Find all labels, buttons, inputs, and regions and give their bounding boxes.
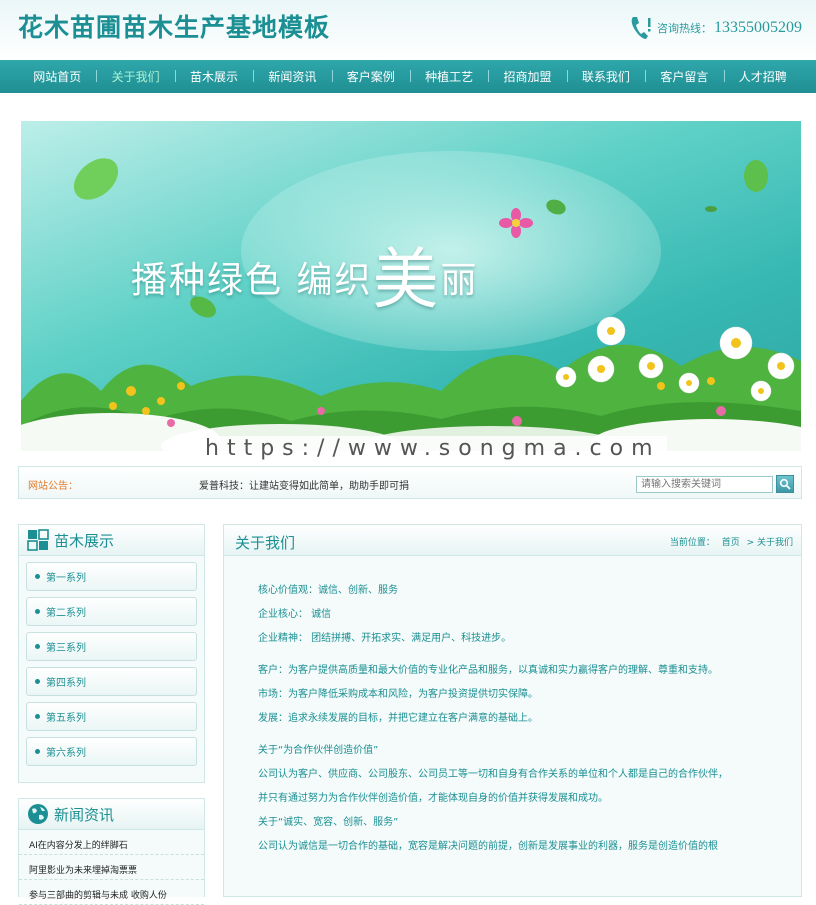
notice-marquee[interactable]: 爱普科技：让建站变得如此简单，助助手即可捐 [199,477,409,492]
category-label: 第一系列 [46,573,86,584]
breadcrumb-current[interactable]: > 关于我们 [747,538,793,548]
bullet-icon [35,714,40,719]
content-line: 关于“诚实、宽容、创新、服务” [258,817,399,828]
slogan-part-c: 丽 [440,260,479,301]
content-gap [258,736,801,744]
site-title[interactable]: 花木苗圃苗木生产基地模板 [18,8,330,44]
news-panel: 新闻资讯 AI在内容分发上的绊脚石 阿里影业为未来埋掉淘票票 参与三部曲的剪辑与… [18,798,205,905]
content-line: 公司认为诚信是一切合作的基础，宽容是解决问题的前提，创新是发展事业的利器，服务是… [258,841,718,852]
content-line: 企业核心： 诚信 [258,609,332,620]
bullet-icon [35,644,40,649]
banner-slogan: 播种绿色 编织美丽 [131,216,479,318]
category-item[interactable]: 第五系列 [26,702,197,731]
search-icon [779,478,791,490]
nav-item-planting[interactable]: 种植工艺 [409,68,488,85]
page-title: 关于我们 [235,534,296,552]
hero-banner[interactable]: 播种绿色 编织美丽 [21,121,801,451]
content-line: 市场：为客户降低采购成本和风险，为客户投资提供切实保障。 [258,689,538,700]
bullet-icon [35,609,40,614]
category-label: 第六系列 [46,748,86,759]
slogan-part-b: 编织 [296,260,373,301]
bullet-icon [35,749,40,754]
products-panel-header: 苗木展示 [19,525,204,556]
about-panel: 关于我们 当前位置： 首页 > 关于我们 核心价值观：诚信、创新、服务 企业核心… [223,524,802,897]
nav-item-franchise[interactable]: 招商加盟 [488,68,566,85]
news-panel-title: 新闻资讯 [54,805,115,824]
nav-item-contact[interactable]: 联系我们 [566,68,645,85]
site-header: 花木苗圃苗木生产基地模板 咨询热线： 13355005209 [0,0,816,60]
slogan-big: 美 [372,241,441,318]
content-line: 企业精神： 团结拼搏、开拓求实、满足用户、科技进步。 [258,633,512,644]
content-line: 发展：追求永续发展的目标，并把它建立在客户满意的基础上。 [258,713,538,724]
bullet-icon [35,679,40,684]
grid-icon [27,529,49,551]
nav-item-products[interactable]: 苗木展示 [174,68,253,85]
slogan-part-a: 播种绿色 [131,260,284,301]
news-item[interactable]: AI在内容分发上的绊脚石 [19,830,204,855]
globe-icon [28,804,48,824]
breadcrumb: 当前位置： 首页 > 关于我们 [666,535,793,548]
watermark: https://www.songma.com [199,436,667,461]
breadcrumb-home[interactable]: 首页 [722,538,740,548]
nav-item-about[interactable]: 关于我们 [96,68,174,85]
category-label: 第四系列 [46,678,86,689]
content-gap [258,656,801,664]
content-line: 并只有通过努力为合作伙伴创造价值，才能体现自身的价值并获得发展和成功。 [258,793,608,804]
main-nav: 网站首页 关于我们 苗木展示 新闻资讯 客户案例 种植工艺 招商加盟 联系我们 … [0,60,816,93]
news-panel-header: 新闻资讯 [19,799,204,830]
search-input[interactable] [636,476,773,493]
about-panel-header: 关于我们 当前位置： 首页 > 关于我们 [224,525,801,556]
content-line: 核心价值观：诚信、创新、服务 [258,585,398,596]
content-line: 公司认为客户、供应商、公司股东、公司员工等一切和自身有合作关系的单位和个人都是自… [258,769,728,780]
breadcrumb-label: 当前位置： [669,538,715,548]
notice-bar: 网站公告： 爱普科技：让建站变得如此简单，助助手即可捐 [18,466,802,499]
content-line: 客户：为客户提供高质量和最大价值的专业化产品和服务，以真诚和实力赢得客户的理解、… [258,665,718,676]
hotline-label: 咨询热线： [657,22,712,35]
nav-item-guestbook[interactable]: 客户留言 [645,68,723,85]
nav-item-jobs[interactable]: 人才招聘 [723,68,802,85]
content-line: 关于“为合作伙伴创造价值” [258,745,379,756]
search-button[interactable] [776,475,794,493]
category-label: 第五系列 [46,713,86,724]
category-label: 第二系列 [46,608,86,619]
flower-field [21,316,801,451]
phone-icon [631,17,651,39]
category-item[interactable]: 第六系列 [26,737,197,766]
category-item[interactable]: 第一系列 [26,562,197,591]
notice-label: 网站公告： [28,481,78,492]
nav-item-home[interactable]: 网站首页 [18,68,96,85]
news-item[interactable]: 参与三部曲的剪辑与未成 收购人份 [19,880,204,905]
products-panel: 苗木展示 第一系列 第二系列 第三系列 第四系列 第五系列 第六系列 [18,524,205,783]
hotline-number: 13355005209 [714,19,802,36]
category-item[interactable]: 第二系列 [26,597,197,626]
pink-flower-icon [499,208,533,238]
nav-item-cases[interactable]: 客户案例 [331,68,410,85]
category-item[interactable]: 第四系列 [26,667,197,696]
products-panel-title: 苗木展示 [54,531,115,550]
category-item[interactable]: 第三系列 [26,632,197,661]
hotline: 咨询热线： 13355005209 [629,14,802,42]
category-label: 第三系列 [46,643,86,654]
nav-item-news[interactable]: 新闻资讯 [253,68,331,85]
bullet-icon [35,574,40,579]
news-item[interactable]: 阿里影业为未来埋掉淘票票 [19,855,204,880]
about-content: 核心价值观：诚信、创新、服务 企业核心： 诚信 企业精神： 团结拼搏、开拓求实、… [224,556,801,864]
